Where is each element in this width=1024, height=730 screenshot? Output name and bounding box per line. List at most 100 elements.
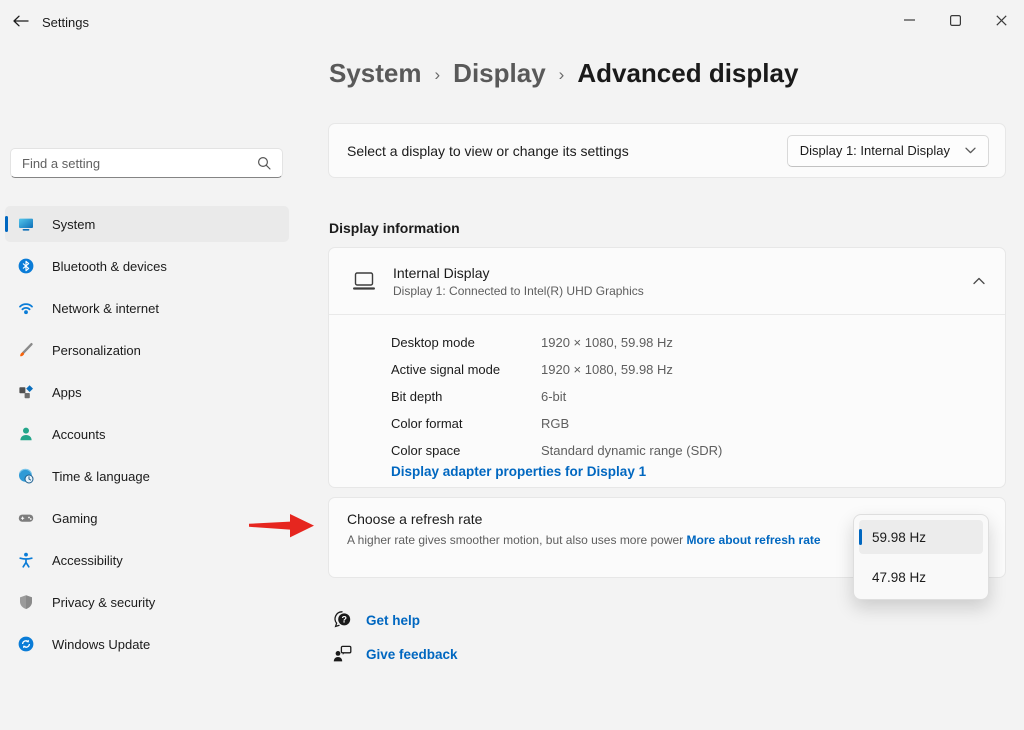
chevron-up-icon[interactable] bbox=[973, 277, 985, 285]
display-info-expander-header[interactable]: Internal Display Display 1: Connected to… bbox=[329, 248, 1005, 315]
display-select-dropdown[interactable]: Display 1: Internal Display bbox=[787, 135, 989, 167]
accounts-icon bbox=[18, 426, 34, 442]
sidebar-nav: System Bluetooth & devices Network & int… bbox=[5, 206, 289, 668]
display-device-subtitle: Display 1: Connected to Intel(R) UHD Gra… bbox=[393, 284, 644, 298]
back-arrow-icon bbox=[13, 15, 29, 27]
page-title: Advanced display bbox=[577, 58, 798, 89]
detail-row-bit-depth: Bit depth 6-bit bbox=[391, 383, 722, 410]
selected-option-indicator bbox=[859, 529, 862, 545]
sidebar-item-label: Bluetooth & devices bbox=[52, 259, 167, 274]
main-content: System › Display › Advanced display Sele… bbox=[328, 40, 1006, 730]
breadcrumb-display[interactable]: Display bbox=[453, 58, 546, 89]
display-select-value: Display 1: Internal Display bbox=[800, 143, 950, 158]
sidebar-item-bluetooth-devices[interactable]: Bluetooth & devices bbox=[5, 248, 289, 284]
display-device-title: Internal Display bbox=[393, 265, 644, 281]
time-language-icon bbox=[18, 468, 34, 484]
refresh-rate-description-text: A higher rate gives smoother motion, but… bbox=[347, 533, 683, 547]
search-input[interactable] bbox=[11, 156, 257, 171]
bluetooth-icon bbox=[18, 258, 34, 274]
display-details-list: Desktop mode 1920 × 1080, 59.98 Hz Activ… bbox=[391, 329, 722, 464]
accessibility-icon bbox=[18, 552, 34, 568]
display-adapter-properties-link[interactable]: Display adapter properties for Display 1 bbox=[391, 464, 646, 479]
detail-value: 1920 × 1080, 59.98 Hz bbox=[541, 335, 673, 350]
breadcrumb-system[interactable]: System bbox=[329, 58, 422, 89]
close-button[interactable] bbox=[978, 0, 1024, 40]
red-arrow-annotation bbox=[248, 510, 318, 542]
breadcrumb: System › Display › Advanced display bbox=[329, 58, 798, 89]
give-feedback-icon bbox=[333, 644, 353, 664]
get-help-row[interactable]: ? Get help bbox=[333, 610, 420, 630]
sidebar-item-network-internet[interactable]: Network & internet bbox=[5, 290, 289, 326]
sidebar-item-label: Apps bbox=[52, 385, 82, 400]
search-box[interactable] bbox=[10, 148, 283, 178]
sidebar-item-label: Time & language bbox=[52, 469, 150, 484]
detail-row-active-signal-mode: Active signal mode 1920 × 1080, 59.98 Hz bbox=[391, 356, 722, 383]
breadcrumb-separator: › bbox=[435, 65, 441, 85]
detail-value: RGB bbox=[541, 416, 569, 431]
back-button[interactable] bbox=[6, 7, 36, 35]
svg-text:?: ? bbox=[341, 615, 347, 625]
network-icon bbox=[18, 300, 34, 316]
sidebar-item-time-language[interactable]: Time & language bbox=[5, 458, 289, 494]
sidebar-item-label: System bbox=[52, 217, 95, 232]
refresh-rate-option-47-98[interactable]: 47.98 Hz bbox=[859, 560, 983, 594]
sidebar-item-label: Accessibility bbox=[52, 553, 123, 568]
sidebar-item-gaming[interactable]: Gaming bbox=[5, 500, 289, 536]
display-information-card: Internal Display Display 1: Connected to… bbox=[328, 247, 1006, 488]
detail-label: Color space bbox=[391, 443, 541, 458]
section-title-display-information: Display information bbox=[329, 220, 460, 236]
app-title: Settings bbox=[42, 0, 89, 44]
detail-label: Color format bbox=[391, 416, 541, 431]
apps-icon bbox=[18, 384, 34, 400]
minimize-button[interactable] bbox=[886, 0, 932, 40]
sidebar-item-apps[interactable]: Apps bbox=[5, 374, 289, 410]
search-icon bbox=[257, 156, 271, 170]
selected-indicator bbox=[5, 216, 8, 232]
sidebar-item-label: Accounts bbox=[52, 427, 105, 442]
windows-update-icon bbox=[18, 636, 34, 652]
get-help-icon: ? bbox=[333, 610, 353, 630]
sidebar-item-personalization[interactable]: Personalization bbox=[5, 332, 289, 368]
give-feedback-row[interactable]: Give feedback bbox=[333, 644, 458, 664]
maximize-icon bbox=[950, 15, 961, 26]
detail-value: Standard dynamic range (SDR) bbox=[541, 443, 722, 458]
chevron-down-icon bbox=[965, 147, 976, 154]
title-bar: Settings bbox=[0, 0, 1024, 40]
sidebar-item-label: Privacy & security bbox=[52, 595, 155, 610]
refresh-rate-option-label: 59.98 Hz bbox=[872, 530, 926, 545]
sidebar-item-accounts[interactable]: Accounts bbox=[5, 416, 289, 452]
sidebar-item-label: Network & internet bbox=[52, 301, 159, 316]
get-help-link[interactable]: Get help bbox=[366, 613, 420, 628]
refresh-rate-description: A higher rate gives smoother motion, but… bbox=[347, 532, 855, 549]
gaming-icon bbox=[18, 510, 34, 526]
sidebar-item-windows-update[interactable]: Windows Update bbox=[5, 626, 289, 662]
refresh-rate-option-59-98[interactable]: 59.98 Hz bbox=[859, 520, 983, 554]
more-about-refresh-rate-link[interactable]: More about refresh rate bbox=[687, 533, 821, 547]
detail-row-color-format: Color format RGB bbox=[391, 410, 722, 437]
give-feedback-link[interactable]: Give feedback bbox=[366, 647, 458, 662]
detail-value: 1920 × 1080, 59.98 Hz bbox=[541, 362, 673, 377]
privacy-icon bbox=[18, 594, 34, 610]
sidebar-item-label: Gaming bbox=[52, 511, 98, 526]
sidebar-item-label: Personalization bbox=[52, 343, 141, 358]
sidebar: System Bluetooth & devices Network & int… bbox=[0, 40, 300, 730]
detail-row-color-space: Color space Standard dynamic range (SDR) bbox=[391, 437, 722, 464]
maximize-button[interactable] bbox=[932, 0, 978, 40]
personalization-icon bbox=[18, 342, 34, 358]
close-icon bbox=[996, 15, 1007, 26]
detail-label: Desktop mode bbox=[391, 335, 541, 350]
sidebar-item-system[interactable]: System bbox=[5, 206, 289, 242]
detail-label: Active signal mode bbox=[391, 362, 541, 377]
sidebar-item-label: Windows Update bbox=[52, 637, 150, 652]
minimize-icon bbox=[904, 19, 915, 21]
detail-label: Bit depth bbox=[391, 389, 541, 404]
monitor-icon bbox=[351, 271, 377, 292]
sidebar-item-privacy-security[interactable]: Privacy & security bbox=[5, 584, 289, 620]
select-display-label: Select a display to view or change its s… bbox=[347, 143, 629, 159]
detail-row-desktop-mode: Desktop mode 1920 × 1080, 59.98 Hz bbox=[391, 329, 722, 356]
breadcrumb-separator: › bbox=[559, 65, 565, 85]
select-display-card: Select a display to view or change its s… bbox=[328, 123, 1006, 178]
refresh-rate-flyout: 59.98 Hz 47.98 Hz bbox=[853, 514, 989, 600]
system-icon bbox=[18, 216, 34, 232]
sidebar-item-accessibility[interactable]: Accessibility bbox=[5, 542, 289, 578]
